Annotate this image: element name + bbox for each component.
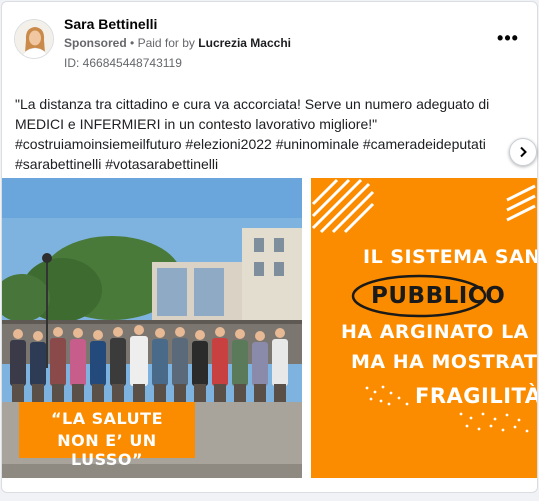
post-text-line: #costruiamoinsiemeilfuturo #elezioni2022… (15, 136, 486, 152)
separator-dot: • (130, 36, 138, 50)
carousel-slide-2[interactable]: IL SISTEMA SANITARI PUBBLICO HA ARGINATO… (311, 178, 537, 478)
post-text: "La distanza tra cittadino e cura va acc… (15, 94, 520, 174)
slide-2-headline-5: FRAGILITÀ (415, 384, 537, 408)
image-carousel[interactable]: “LA SALUTE NON E’ UN LUSSO” IL SISTEMA S… (2, 178, 537, 478)
post-text-line: MEDICI e INFERMIERI in un contesto lavor… (15, 116, 378, 132)
sponsored-label: Sponsored (64, 36, 127, 50)
post-text-line: "La distanza tra cittadino e cura va acc… (15, 96, 490, 112)
slide-2-headline-2: PUBBLICO (371, 283, 506, 309)
avatar[interactable] (14, 19, 54, 59)
paid-for-label: Paid for by (137, 36, 195, 50)
ad-id: ID: 466845448743119 (64, 56, 182, 70)
carousel-slide-1[interactable]: “LA SALUTE NON E’ UN LUSSO” (2, 178, 302, 478)
carousel-next-button[interactable] (509, 138, 537, 166)
slide-1-caption: “LA SALUTE NON E’ UN LUSSO” (19, 402, 195, 469)
chevron-right-icon (520, 146, 527, 158)
caption-line: NON E’ UN LUSSO” (57, 431, 157, 469)
slide-2-headline-1: IL SISTEMA SANITARI (363, 246, 537, 268)
slide-2-headline-4: MA HA MOSTRATO LE S (351, 351, 537, 373)
post-text-line: #sarabettinelli #votasarabettinelli (15, 156, 219, 172)
caption-line: “LA SALUTE (50, 409, 164, 428)
sponsored-line: Sponsored • Paid for by Lucrezia Macchi (64, 36, 291, 50)
payer-name: Lucrezia Macchi (198, 36, 291, 50)
author-name[interactable]: Sara Bettinelli (64, 16, 157, 32)
ad-card: Sara Bettinelli Sponsored • Paid for by … (1, 1, 538, 493)
more-options-icon[interactable]: ••• (494, 29, 522, 50)
slide-2-headline-3: HA ARGINATO LA PA (341, 321, 537, 343)
